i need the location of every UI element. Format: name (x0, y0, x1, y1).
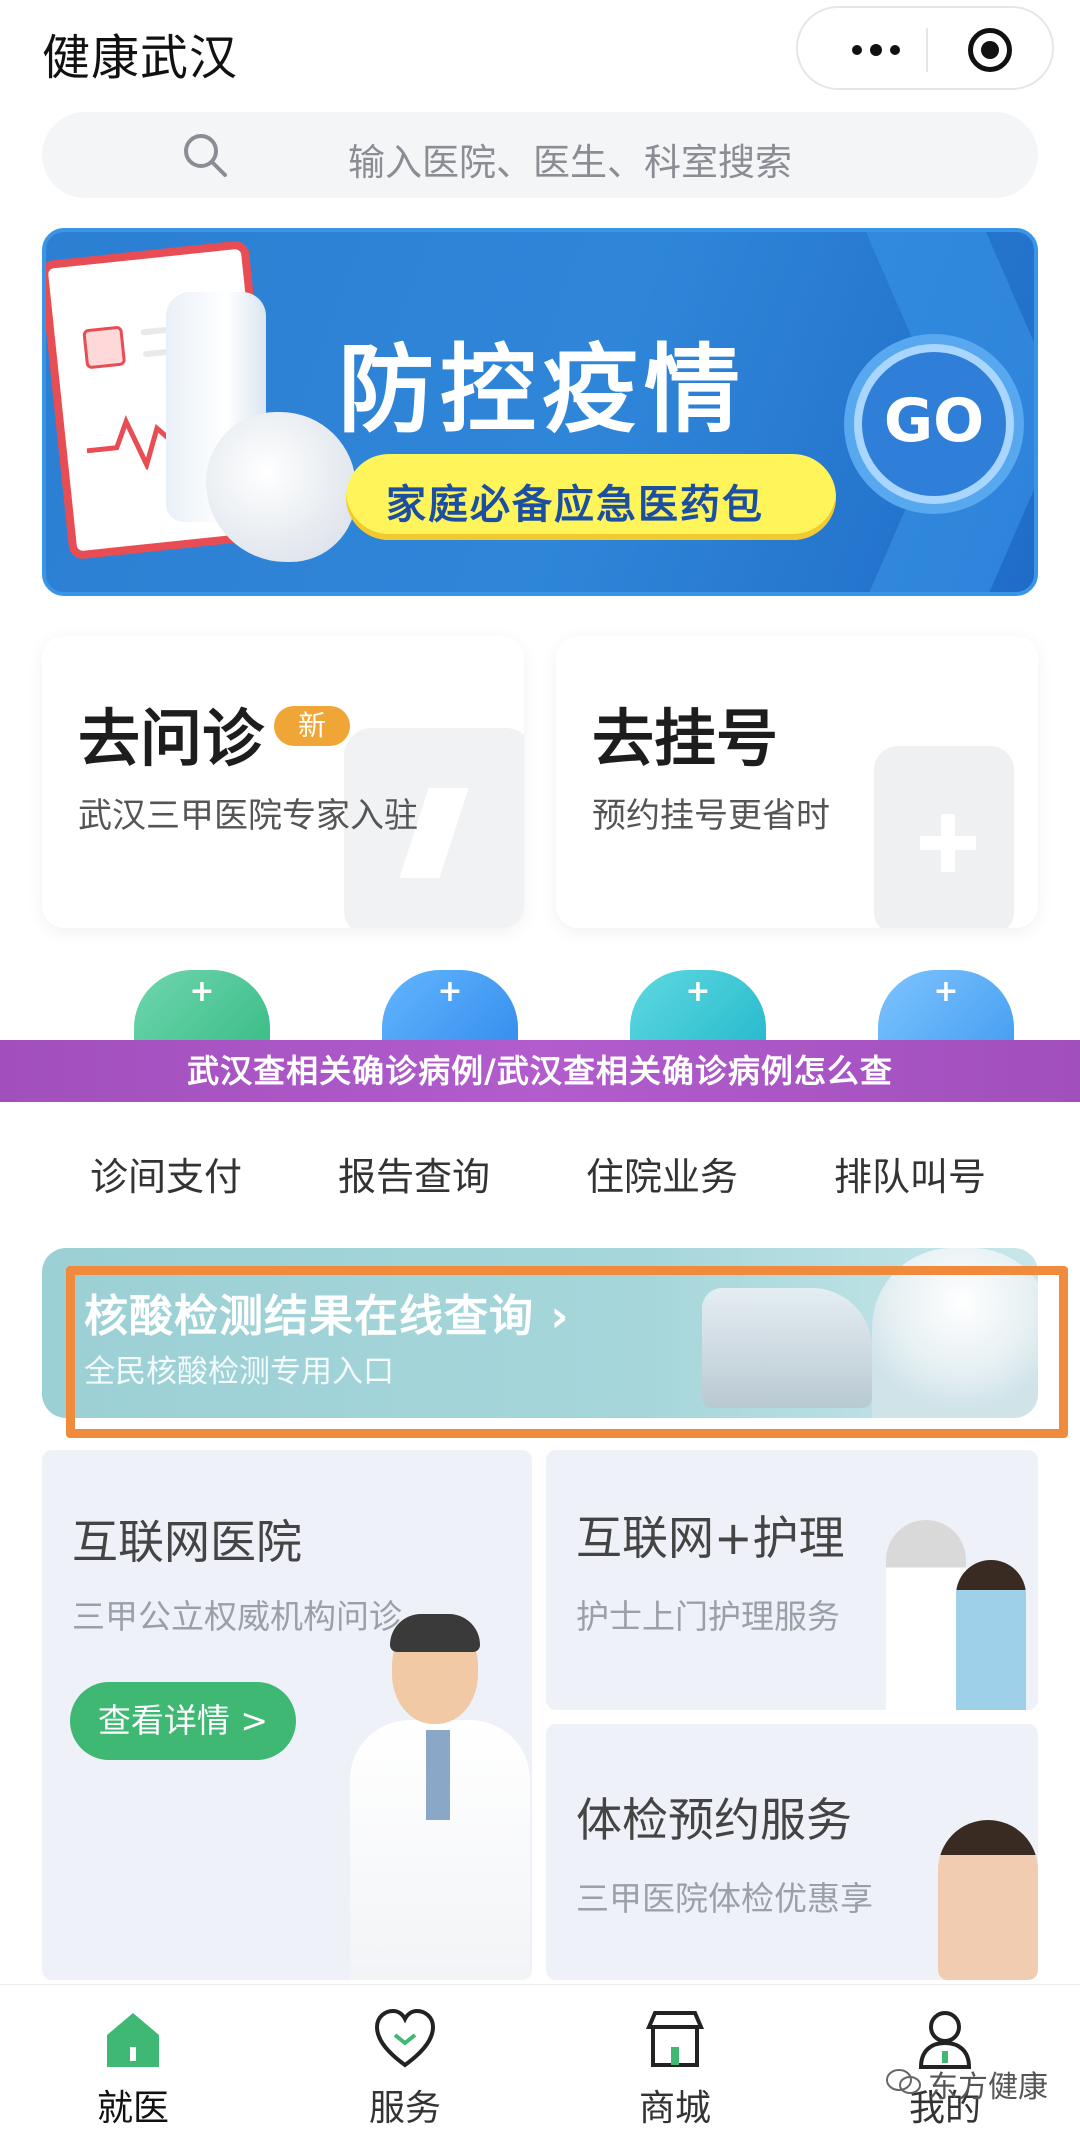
registration-card[interactable]: 去挂号 预约挂号更省时 (556, 636, 1038, 928)
tab-medical[interactable]: 就医 (58, 2007, 208, 2131)
epidemic-banner[interactable]: 防控疫情 家庭必备应急医药包 GO (42, 228, 1038, 596)
quick-link-label: 住院业务 (586, 1155, 739, 1199)
tab-label: 服务 (368, 2088, 441, 2129)
checkup-booking-tile[interactable]: 体检预约服务 三甲医院体检优惠享 (546, 1724, 1038, 1980)
banner-subtitle-pill: 家庭必备应急医药包 (346, 454, 836, 540)
new-badge: 新 (274, 706, 350, 746)
go-button[interactable]: GO (854, 344, 1014, 504)
more-dots-icon[interactable] (836, 30, 916, 70)
internet-hospital-title: 互联网医院 (72, 1515, 302, 1569)
capsule-divider (926, 28, 928, 72)
banner-title: 防控疫情 (338, 334, 746, 446)
miniapp-capsule (796, 6, 1054, 90)
registration-subtitle: 预约挂号更省时 (592, 796, 830, 836)
quick-link-label: 排队叫号 (834, 1155, 987, 1199)
checkup-booking-title: 体检预约服务 (576, 1793, 852, 1847)
internet-hospital-tile[interactable]: 互联网医院 三甲公立权威机构问诊 查看详情 > (42, 1450, 532, 1980)
tab-label: 就医 (96, 2088, 169, 2129)
nurse-photo (956, 1560, 1026, 1710)
quick-link-label: 报告查询 (338, 1155, 491, 1199)
medical-cross-watermark-icon (874, 746, 1014, 928)
consult-card[interactable]: 去问诊 新 武汉三甲医院专家入驻 (42, 636, 524, 928)
source-watermark: 东方健康 (928, 2070, 1048, 2105)
home-icon (107, 2013, 159, 2067)
doctor-photo (350, 1614, 530, 1980)
search-bar[interactable]: 输入医院、医生、科室搜索 (42, 112, 1038, 198)
article-caption-strip: 武汉查相关确诊病例/武汉查相关确诊病例怎么查 (0, 1040, 1080, 1102)
go-label: GO (883, 386, 985, 456)
patient-photo (938, 1820, 1038, 1980)
search-icon (184, 134, 227, 177)
view-details-button[interactable]: 查看详情 > (70, 1682, 296, 1760)
registration-title: 去挂号 (592, 702, 779, 775)
banner-subtitle: 家庭必备应急医药包 (386, 482, 764, 528)
checkup-booking-subtitle: 三甲医院体检优惠享 (576, 1879, 873, 1918)
app-header: 健康武汉 (0, 0, 1080, 100)
page-title: 健康武汉 (42, 30, 239, 86)
target-circle-icon[interactable] (968, 28, 1012, 72)
quick-link-label: 诊间支付 (90, 1155, 243, 1199)
highlight-frame (66, 1266, 1068, 1438)
home-nursing-tile[interactable]: 互联网+护理 护士上门护理服务 (546, 1450, 1038, 1710)
heart-icon (374, 2008, 436, 2068)
consult-subtitle: 武汉三甲医院专家入驻 (78, 796, 418, 836)
tab-mall[interactable]: 商城 (600, 2007, 750, 2131)
search-placeholder: 输入医院、医生、科室搜索 (348, 141, 792, 184)
consult-title: 去问诊 (78, 702, 265, 775)
article-caption: 武汉查相关确诊病例/武汉查相关确诊病例怎么查 (187, 1052, 893, 1090)
tab-label: 商城 (638, 2088, 711, 2129)
home-nursing-subtitle: 护士上门护理服务 (576, 1597, 840, 1636)
store-icon (645, 2011, 705, 2067)
home-nursing-title: 互联网+护理 (576, 1511, 845, 1565)
elderly-patient-photo (886, 1520, 966, 1710)
tab-service[interactable]: 服务 (330, 2007, 480, 2131)
